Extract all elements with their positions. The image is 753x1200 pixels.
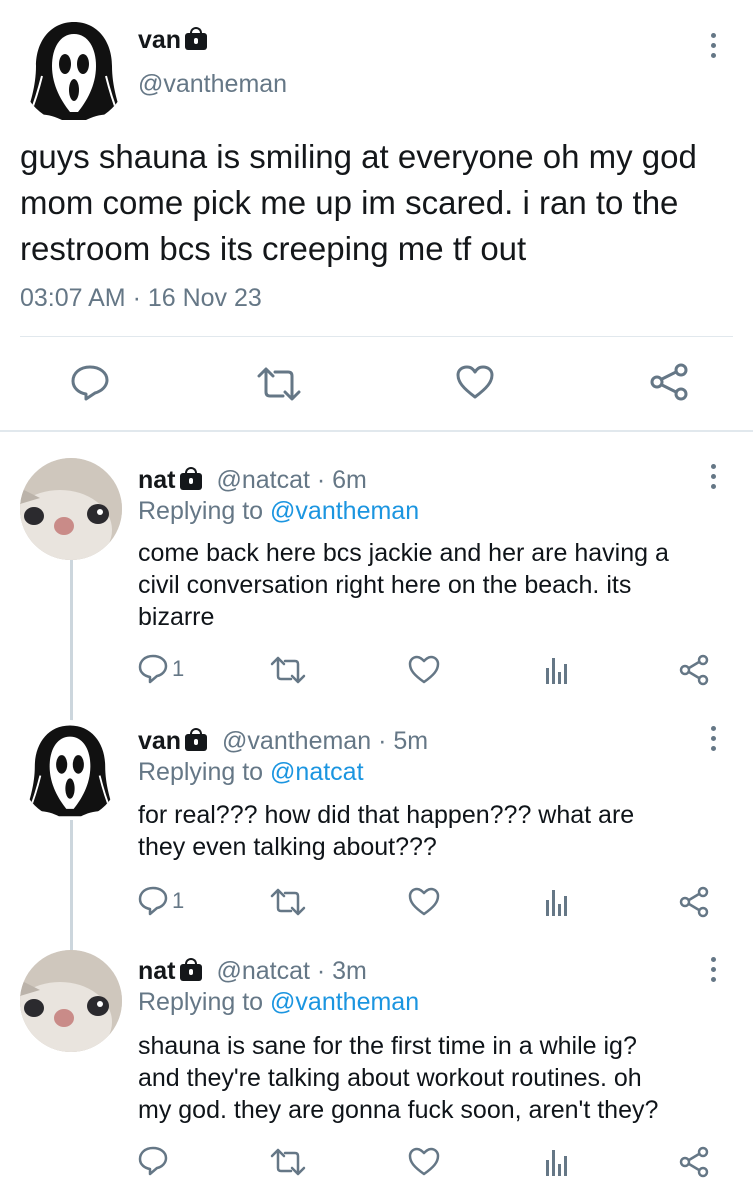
like-button[interactable] (408, 1147, 440, 1177)
reply-icon (71, 365, 109, 401)
heart-icon (408, 1147, 440, 1176)
analytics-button[interactable] (545, 656, 569, 684)
replying-to: Replying to @vantheman (138, 497, 420, 525)
retweet-button[interactable] (256, 366, 302, 402)
share-icon (679, 886, 709, 918)
like-button[interactable] (408, 887, 440, 917)
author-handle[interactable]: @vantheman (138, 70, 287, 99)
retweet-icon (257, 367, 301, 401)
more-icon[interactable] (708, 33, 718, 58)
more-icon[interactable] (708, 957, 718, 982)
reply-button[interactable] (138, 1146, 168, 1176)
share-button[interactable] (678, 886, 710, 918)
reply-button[interactable]: 1 (138, 886, 184, 916)
heart-icon (408, 887, 440, 916)
author-name[interactable]: nat (138, 466, 176, 494)
heart-icon (456, 365, 494, 399)
avatar-nat[interactable] (20, 458, 122, 560)
reply-icon (138, 1146, 168, 1176)
cat-photo-icon (20, 950, 122, 1052)
avatar-nat[interactable] (20, 950, 122, 1052)
handle-time[interactable]: @natcat · 3m (216, 957, 366, 985)
divider (20, 336, 733, 337)
replying-to-link[interactable]: @vantheman (270, 988, 419, 1016)
replying-to: Replying to @natcat (138, 758, 364, 786)
more-icon[interactable] (708, 464, 718, 489)
reply-icon (138, 654, 168, 684)
reply-count: 1 (172, 888, 185, 913)
share-button[interactable] (648, 362, 690, 402)
share-icon (650, 363, 688, 401)
retweet-button[interactable] (270, 1148, 306, 1176)
analytics-button[interactable] (545, 888, 569, 916)
share-button[interactable] (678, 1146, 710, 1178)
retweet-icon (270, 888, 306, 916)
avatar-van[interactable] (20, 720, 120, 820)
avatar-van[interactable] (20, 16, 128, 124)
analytics-button[interactable] (545, 1148, 569, 1176)
reply-icon (138, 886, 168, 916)
reply-button[interactable] (70, 364, 110, 402)
share-icon (679, 654, 709, 686)
retweet-button[interactable] (270, 888, 306, 916)
cat-photo-icon (20, 458, 122, 560)
lock-icon (185, 26, 208, 50)
thread-line (70, 820, 73, 952)
bar-chart-icon (546, 1150, 567, 1176)
reply-text: shauna is sane for the first time in a w… (138, 1032, 659, 1124)
tweet-timestamp[interactable]: 03:07 AM · 16 Nov 23 (20, 284, 262, 313)
tweet-text: guys shauna is smiling at everyone oh my… (20, 138, 697, 267)
author-name[interactable]: nat (138, 957, 176, 985)
lock-icon (179, 957, 202, 981)
author-name[interactable]: van (138, 727, 181, 755)
handle-time[interactable]: @natcat · 6m (216, 466, 366, 494)
replying-to: Replying to @vantheman (138, 988, 420, 1016)
retweet-icon (270, 1148, 306, 1176)
lock-icon (185, 727, 208, 751)
retweet-button[interactable] (270, 656, 306, 684)
replying-to-link[interactable]: @natcat (270, 758, 363, 786)
reply-text: come back here bcs jackie and her are ha… (138, 539, 669, 631)
like-button[interactable] (455, 364, 495, 400)
reply-text: for real??? how did that happen??? what … (138, 801, 635, 861)
more-icon[interactable] (708, 726, 718, 751)
heart-icon (408, 655, 440, 684)
retweet-icon (270, 656, 306, 684)
share-icon (679, 1146, 709, 1178)
ghostface-mask-icon (26, 22, 122, 120)
bar-chart-icon (546, 890, 567, 916)
thread-line (70, 560, 73, 730)
replying-to-link[interactable]: @vantheman (270, 497, 419, 525)
section-divider (0, 430, 753, 432)
handle-time[interactable]: @vantheman · 5m (222, 727, 428, 755)
bar-chart-icon (546, 658, 567, 684)
author-name[interactable]: van (138, 26, 181, 54)
reply-count: 1 (172, 656, 185, 681)
lock-icon (179, 466, 202, 490)
reply-button[interactable]: 1 (138, 654, 184, 684)
ghostface-mask-icon (25, 725, 115, 817)
like-button[interactable] (408, 655, 440, 685)
share-button[interactable] (678, 654, 710, 686)
